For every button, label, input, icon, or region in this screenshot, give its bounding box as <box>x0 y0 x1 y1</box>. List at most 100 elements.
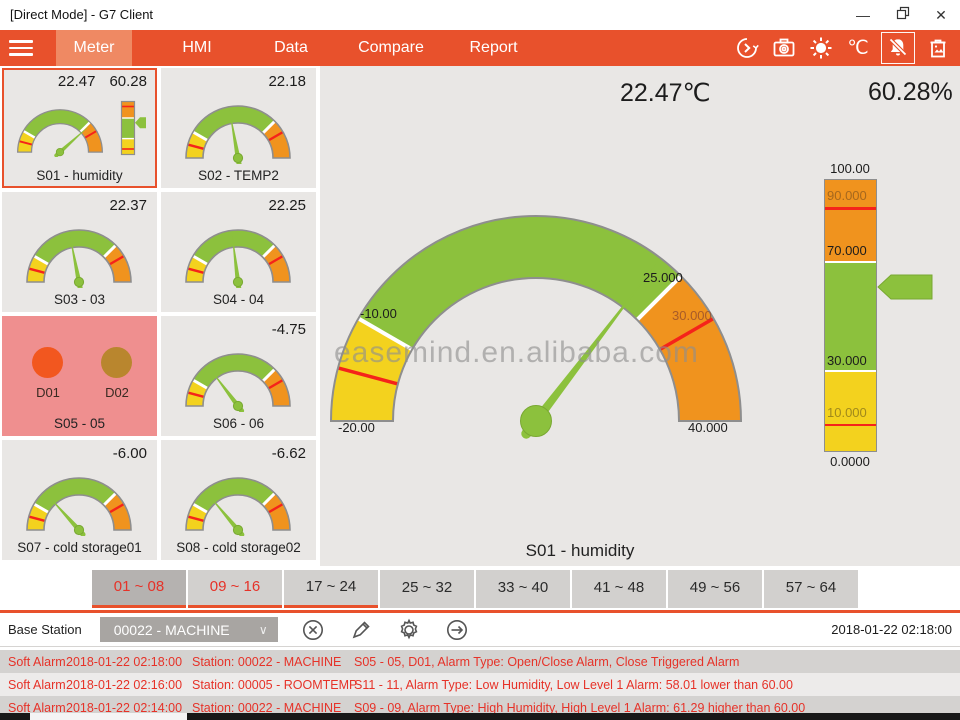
minimize-button[interactable]: — <box>846 0 880 30</box>
level-bar-alarm-line <box>825 207 876 210</box>
meter-tile-grid: 22.4760.28 S01 - humidity 22.18S02 - TEMP2… <box>2 68 317 560</box>
alarm-ac1: Soft Alarm <box>8 678 66 692</box>
base-station-label: Base Station <box>8 622 82 637</box>
bar-label-max: 100.00 <box>820 161 880 176</box>
chevron-down-icon: ∨ <box>259 623 278 637</box>
main-gauge <box>326 201 746 446</box>
range-tab-5[interactable]: 33 ~ 40 <box>476 570 570 608</box>
tile-label: S06 - 06 <box>161 416 316 431</box>
tile-label: S04 - 04 <box>161 292 316 307</box>
alarm-ac1: Soft Alarm <box>8 655 66 669</box>
close-button[interactable]: ✕ <box>924 0 958 30</box>
restore-icon <box>896 6 910 20</box>
range-tab-8[interactable]: 57 ~ 64 <box>764 570 858 608</box>
window-title: [Direct Mode] - G7 Client <box>10 7 153 22</box>
export-icon[interactable] <box>444 617 470 643</box>
camera-icon[interactable] <box>770 34 798 62</box>
range-tab-6[interactable]: 41 ~ 48 <box>572 570 666 608</box>
gauge-label-low: -10.00 <box>360 306 397 321</box>
tile-label: S02 - TEMP2 <box>161 168 316 183</box>
history-icon[interactable] <box>733 34 761 62</box>
bar-label-90: 90.000 <box>827 188 867 203</box>
switch-label: D02 <box>96 385 138 400</box>
current-timestamp: 2018-01-22 02:18:00 <box>831 622 952 637</box>
alarm-row[interactable]: Soft Alarm2018-01-22 02:16:00Station: 00… <box>0 673 960 696</box>
menu-icon[interactable] <box>0 30 49 66</box>
meter-tile-s02[interactable]: 22.18S02 - TEMP2 <box>161 68 316 188</box>
brightness-icon[interactable] <box>807 34 835 62</box>
nav-icon-group: ℃ <box>733 30 960 66</box>
station-dropdown-value: 00022 - MACHINE <box>100 622 259 638</box>
meter-tile-s04[interactable]: 22.25 S04 - 04 <box>161 192 316 312</box>
settings-icon[interactable] <box>396 617 422 643</box>
tile-gauge <box>10 100 110 157</box>
tile-values: 22.37 <box>109 197 147 214</box>
range-tab-bar: 01 ~ 0809 ~ 1617 ~ 2425 ~ 3233 ~ 4041 ~ … <box>92 570 860 608</box>
bottom-toolbar: Base Station 00022 - MACHINE ∨ 20 <box>0 613 960 647</box>
alarm-ac3: Station: 00022 - MACHINE <box>192 655 354 669</box>
tile-level-bar <box>120 100 147 156</box>
tile-gauge <box>177 218 299 288</box>
restore-button[interactable] <box>886 0 920 30</box>
tile-gauge <box>177 342 299 412</box>
bar-label-70: 70.000 <box>827 243 867 258</box>
meter-tile-s05[interactable]: D01D02S05 - 05 <box>2 316 157 436</box>
bottom-edge <box>0 713 960 720</box>
tab-data[interactable]: Data <box>246 30 336 66</box>
range-tab-7[interactable]: 49 ~ 56 <box>668 570 762 608</box>
meter-tile-s08[interactable]: -6.62S08 - cold storage02 <box>161 440 316 560</box>
tab-meter[interactable]: Meter <box>56 30 132 66</box>
tile-values: -6.00 <box>113 445 147 462</box>
selected-sensor-caption: S01 - humidity <box>480 541 680 561</box>
image-trash-icon[interactable] <box>924 34 952 62</box>
meter-tile-s07[interactable]: -6.00 S07 - cold storage01 <box>2 440 157 560</box>
alarm-ac3: Station: 00005 - ROOMTEMP <box>192 678 354 692</box>
range-tab-2[interactable]: 09 ~ 16 <box>188 570 282 608</box>
meter-tile-s01[interactable]: 22.4760.28 S01 - humidity <box>2 68 157 188</box>
tile-gauge <box>177 94 299 164</box>
level-bar-gap <box>825 370 876 372</box>
watermark: easemind.en.alibaba.com <box>334 336 699 370</box>
bar-label-10: 10.000 <box>827 405 867 420</box>
range-tab-1[interactable]: 01 ~ 08 <box>92 570 186 608</box>
switch-indicator-icon <box>32 347 63 378</box>
alarm-ac2: 2018-01-22 02:16:00 <box>66 678 192 692</box>
station-dropdown[interactable]: 00022 - MACHINE ∨ <box>100 617 278 642</box>
alarm-row[interactable]: Soft Alarm2018-01-22 02:18:00Station: 00… <box>0 650 960 673</box>
tile-values: 22.25 <box>268 197 306 214</box>
tile-label: S01 - humidity <box>2 168 157 183</box>
range-tab-4[interactable]: 25 ~ 32 <box>380 570 474 608</box>
tile-label: S07 - cold storage01 <box>2 540 157 555</box>
celsius-icon[interactable]: ℃ <box>844 34 872 62</box>
range-tab-3[interactable]: 17 ~ 24 <box>284 570 378 608</box>
tile-values: 22.4760.28 <box>58 73 147 90</box>
cancel-icon[interactable] <box>300 617 326 643</box>
main-panel: 22.47℃ 60.28% -10.00 25.000 30.000 -20.0… <box>320 66 960 566</box>
tile-gauge <box>18 218 140 288</box>
alarm-list: Soft Alarm2018-01-22 02:18:00Station: 00… <box>0 650 960 719</box>
title-bar: [Direct Mode] - G7 Client — ✕ <box>0 0 960 30</box>
tile-gauge <box>177 466 299 536</box>
tab-report[interactable]: Report <box>451 30 536 66</box>
gauge-label-alarm-high: 30.000 <box>672 308 712 323</box>
edit-icon[interactable] <box>348 617 374 643</box>
temperature-reading: 22.47℃ <box>620 78 711 108</box>
gauge-label-min: -20.00 <box>338 420 375 435</box>
meter-tile-s03[interactable]: 22.37S03 - 03 <box>2 192 157 312</box>
level-bar-gap <box>825 261 876 263</box>
bar-label-30: 30.000 <box>827 353 867 368</box>
alarm-mute-icon[interactable] <box>881 32 915 64</box>
tile-label: S08 - cold storage02 <box>161 540 316 555</box>
switch-indicator-icon <box>101 347 132 378</box>
gauge-label-max: 40.000 <box>688 420 728 435</box>
tab-hmi[interactable]: HMI <box>152 30 242 66</box>
alarm-ac2: 2018-01-22 02:18:00 <box>66 655 192 669</box>
level-bar-alarm-line <box>825 424 876 427</box>
alarm-ac4: S11 - 11, Alarm Type: Low Humidity, Low … <box>354 678 960 692</box>
tile-label: S05 - 05 <box>2 416 157 431</box>
meter-tile-s06[interactable]: -4.75 S06 - 06 <box>161 316 316 436</box>
level-pointer-icon <box>877 274 933 300</box>
tab-compare[interactable]: Compare <box>341 30 441 66</box>
alarm-ac4: S05 - 05, D01, Alarm Type: Open/Close Al… <box>354 655 960 669</box>
tile-values: -4.75 <box>272 321 306 338</box>
